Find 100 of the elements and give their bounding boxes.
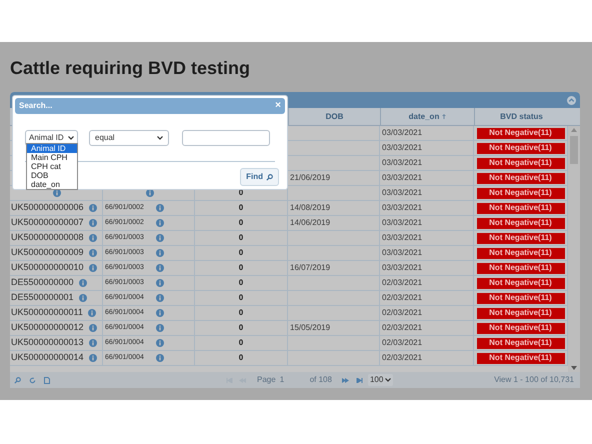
info-icon[interactable] bbox=[156, 294, 164, 302]
dropdown-option[interactable]: date_on bbox=[27, 180, 77, 189]
find-button[interactable]: Find bbox=[240, 168, 279, 186]
table-cell-text: UK500000000006 bbox=[11, 201, 84, 214]
status-badge: Not Negative(11) bbox=[476, 322, 564, 334]
table-cell: 15/05/2019 bbox=[290, 322, 330, 334]
info-icon[interactable] bbox=[88, 234, 97, 242]
table-cell-text: UK500000000013 bbox=[11, 336, 84, 350]
info-icon[interactable] bbox=[88, 219, 97, 227]
next-page-icon[interactable] bbox=[340, 378, 349, 382]
caret-icon bbox=[385, 378, 392, 382]
info-icon[interactable] bbox=[88, 354, 97, 362]
table-cell: 03/03/2021 bbox=[382, 247, 422, 259]
info-icon[interactable] bbox=[156, 219, 164, 227]
table-cell: 03/03/2021 bbox=[382, 217, 422, 229]
dropdown-option[interactable]: Animal ID bbox=[27, 144, 77, 153]
table-cell: 14/08/2019 bbox=[290, 202, 330, 214]
info-icon[interactable] bbox=[156, 279, 164, 287]
status-badge: Not Negative(11) bbox=[476, 338, 564, 348]
status-badge: Not Negative(11) bbox=[476, 308, 564, 318]
page-label: Page bbox=[257, 374, 276, 386]
info-icon[interactable] bbox=[156, 264, 164, 272]
status-badge: Not Negative(11) bbox=[476, 218, 564, 228]
table-cell: 0 bbox=[238, 337, 244, 349]
last-page-icon[interactable] bbox=[354, 378, 363, 382]
info-icon[interactable] bbox=[156, 249, 164, 257]
status-badge: Not Negative(11) bbox=[476, 172, 564, 184]
info-icon[interactable] bbox=[88, 264, 97, 272]
page-title: Cattle requiring BVD testing bbox=[10, 57, 252, 80]
column-header[interactable]: BVD status bbox=[500, 110, 543, 122]
table-cell: 16/07/2019 bbox=[290, 262, 330, 274]
refresh-icon[interactable] bbox=[29, 376, 36, 384]
info-icon[interactable] bbox=[156, 339, 164, 347]
status-badge: Not Negative(11) bbox=[476, 278, 564, 288]
info-icon[interactable] bbox=[156, 354, 164, 362]
table-cell-text: UK500000000012 bbox=[11, 321, 84, 334]
value-input[interactable] bbox=[182, 130, 270, 146]
dropdown-option[interactable]: DOB bbox=[27, 171, 77, 180]
table-cell-text: DE5500000000 bbox=[11, 276, 74, 290]
status-badge: Not Negative(11) bbox=[476, 232, 564, 244]
table-cell: 03/03/2021 bbox=[382, 187, 422, 199]
table-cell: 0 bbox=[238, 262, 244, 274]
status-badge: Not Negative(11) bbox=[476, 202, 564, 214]
scroll-up-icon[interactable] bbox=[571, 128, 577, 132]
table-cell: 0 bbox=[238, 292, 244, 304]
info-icon[interactable] bbox=[88, 249, 97, 257]
column-header[interactable]: DOB bbox=[326, 110, 344, 122]
status-badge: Not Negative(11) bbox=[476, 188, 564, 198]
caret-icon bbox=[157, 136, 163, 140]
dropdown-option[interactable]: CPH cat bbox=[27, 162, 77, 171]
table-cell: 0 bbox=[238, 352, 244, 364]
dialog-title: Search... bbox=[19, 100, 52, 112]
table-cell: 14/06/2019 bbox=[290, 217, 330, 229]
table-cell: 21/06/2019 bbox=[290, 172, 330, 184]
table-cell: 0 bbox=[238, 277, 244, 289]
dropdown-option[interactable]: Main CPH bbox=[27, 153, 77, 162]
scroll-thumb[interactable] bbox=[570, 136, 578, 164]
table-cell: 03/03/2021 bbox=[382, 142, 422, 154]
info-icon[interactable] bbox=[156, 324, 164, 332]
info-icon[interactable] bbox=[88, 339, 97, 347]
table-cell: 0 bbox=[238, 307, 244, 319]
info-icon[interactable] bbox=[88, 309, 96, 317]
status-badge: Not Negative(11) bbox=[476, 128, 564, 138]
table-cell: 03/03/2021 bbox=[382, 232, 422, 244]
table-cell-text: UK500000000008 bbox=[11, 231, 84, 244]
table-cell: 03/03/2021 bbox=[382, 157, 422, 169]
search-icon[interactable] bbox=[14, 376, 21, 384]
table-cell: 03/03/2021 bbox=[382, 202, 422, 214]
scrollbar[interactable] bbox=[568, 126, 580, 372]
table-cell: 02/03/2021 bbox=[382, 352, 422, 364]
table-cell: 02/03/2021 bbox=[382, 292, 422, 304]
info-icon[interactable] bbox=[156, 234, 164, 242]
status-badge: Not Negative(11) bbox=[476, 248, 564, 258]
operator-select[interactable]: equal bbox=[89, 130, 169, 146]
table-cell: 03/03/2021 bbox=[382, 172, 422, 184]
table-cell: 0 bbox=[238, 247, 244, 259]
table-cell-text: DE5500000001 bbox=[11, 291, 74, 304]
document-icon[interactable] bbox=[44, 376, 50, 384]
table-cell: 0 bbox=[238, 322, 244, 334]
status-badge: Not Negative(11) bbox=[476, 142, 564, 154]
search-icon bbox=[266, 174, 273, 180]
column-header[interactable]: date_on bbox=[408, 110, 440, 122]
collapse-icon[interactable] bbox=[567, 96, 576, 104]
info-icon[interactable] bbox=[156, 309, 164, 317]
info-icon[interactable] bbox=[78, 279, 87, 287]
info-icon[interactable] bbox=[88, 204, 97, 212]
scroll-down-icon[interactable] bbox=[571, 366, 577, 370]
table-cell-text: UK500000000007 bbox=[11, 216, 84, 230]
info-icon[interactable] bbox=[88, 324, 97, 332]
table-cell-text: UK500000000011 bbox=[11, 306, 83, 320]
page-size-select[interactable]: 100 bbox=[368, 374, 394, 386]
table-cell: 02/03/2021 bbox=[382, 322, 422, 334]
caret-icon bbox=[68, 136, 74, 140]
info-icon[interactable] bbox=[78, 294, 87, 302]
page-count: of 108 bbox=[310, 374, 332, 386]
table-cell-text: UK500000000009 bbox=[11, 246, 84, 260]
table-cell: 03/03/2021 bbox=[382, 127, 422, 139]
info-icon[interactable] bbox=[156, 204, 164, 212]
table-cell: 0 bbox=[238, 202, 244, 214]
table-cell-text: UK500000000010 bbox=[11, 261, 84, 274]
